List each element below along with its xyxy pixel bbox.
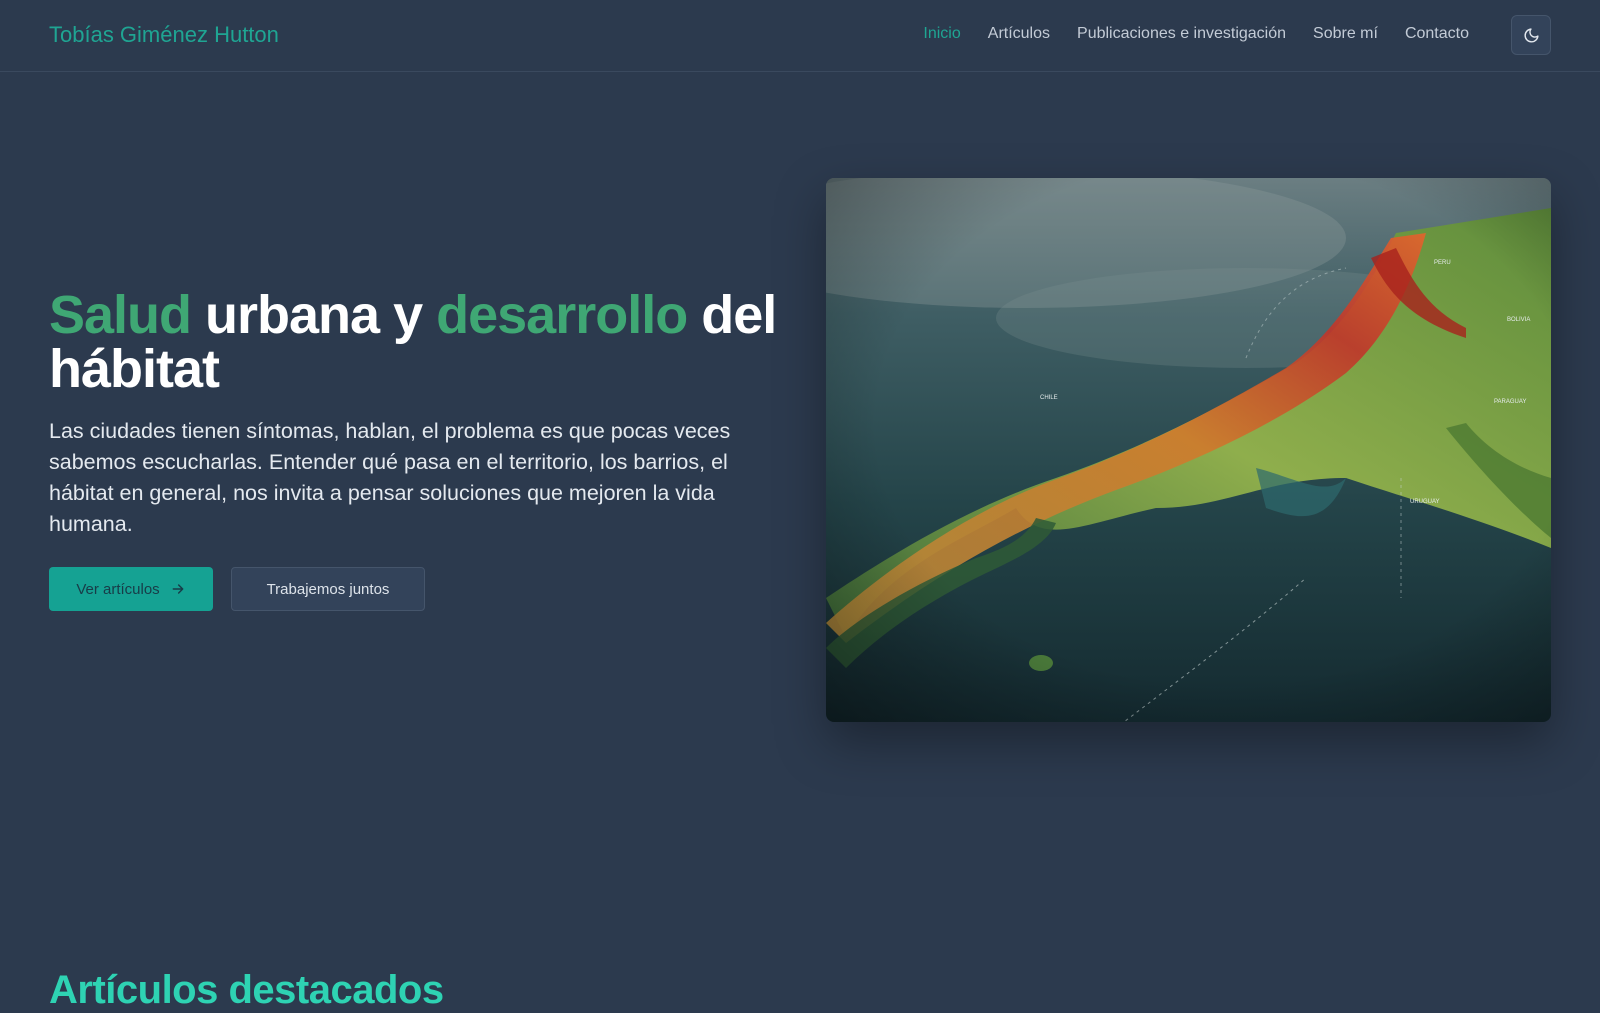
hero-title: Salud urbana y desarrollo del hábitat [49,288,809,396]
map-label-uruguay: URUGUAY [1410,499,1440,505]
nav-item-articulos[interactable]: Artículos [988,25,1050,43]
map-label-bolivia: BOLIVIA [1507,317,1530,323]
theme-toggle-button[interactable] [1511,15,1551,55]
nav-item-contacto[interactable]: Contacto [1405,25,1469,43]
map-label-chile: CHILE [1040,395,1058,401]
nav-item-inicio[interactable]: Inicio [923,25,960,43]
site-brand[interactable]: Tobías Giménez Hutton [49,22,279,48]
hero-title-word: urbana y [191,285,437,345]
hero-title-word: Salud [49,285,192,345]
nav-item-sobre-mi[interactable]: Sobre mí [1313,25,1378,43]
site-header: Tobías Giménez Hutton Inicio Artículos P… [0,0,1600,72]
arrow-right-icon [172,584,184,594]
ver-articulos-label: Ver artículos [76,580,160,598]
map-label-peru: PERU [1434,260,1451,266]
moon-icon [1524,27,1539,42]
ver-articulos-button[interactable]: Ver artículos [49,567,213,611]
map-label-paraguay: PARAGUAY [1494,399,1526,405]
hero-description: Las ciudades tienen síntomas, hablan, el… [49,419,731,536]
featured-articles-title: Artículos destacados [49,968,444,1012]
main-nav: Inicio Artículos Publicaciones e investi… [923,25,1469,43]
trabajemos-juntos-label: Trabajemos juntos [266,580,390,598]
hero-title-word: desarrollo [436,285,688,345]
trabajemos-juntos-button[interactable]: Trabajemos juntos [231,567,425,611]
south-america-relief-map: PERU BOLIVIA CHILE PARAGUAY URUGUAY [826,178,1551,722]
nav-item-publicaciones[interactable]: Publicaciones e investigación [1077,25,1286,43]
hero-map-image: PERU BOLIVIA CHILE PARAGUAY URUGUAY [826,178,1551,722]
